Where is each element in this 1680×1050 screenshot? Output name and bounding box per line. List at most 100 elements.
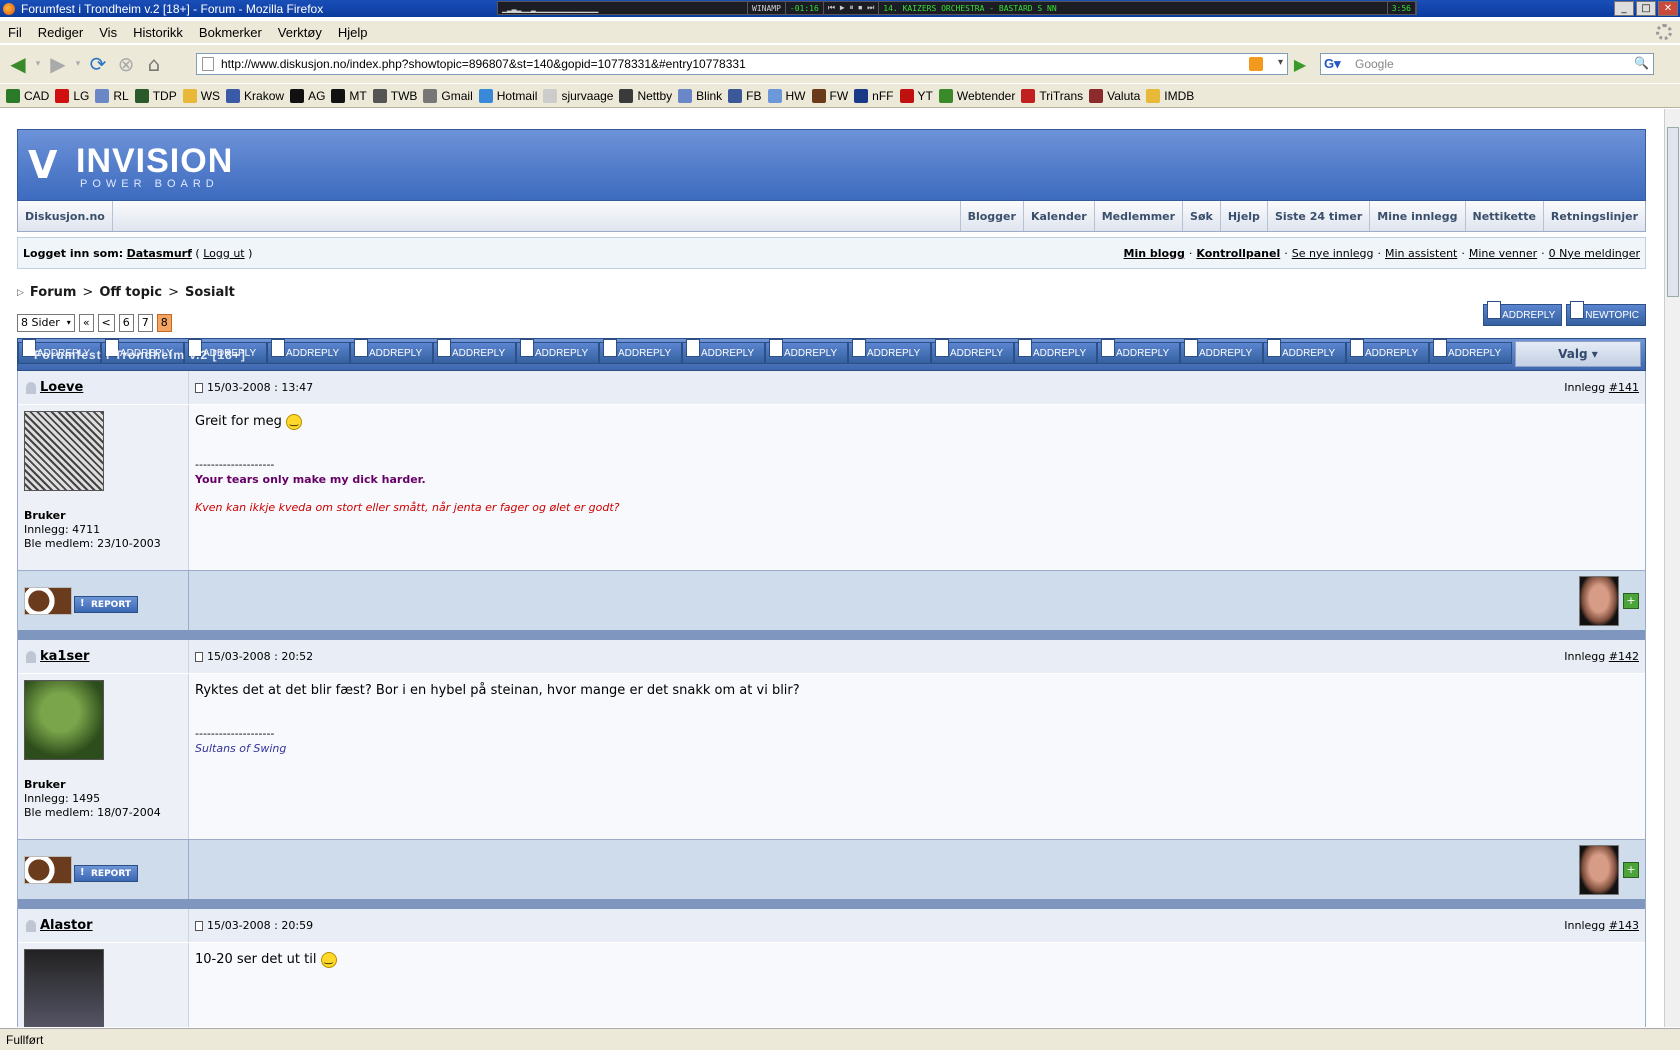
user-link[interactable]: Se nye innlegg xyxy=(1292,247,1374,260)
page-first[interactable]: « xyxy=(78,314,94,332)
bookmark-item[interactable]: TWB xyxy=(372,88,417,103)
bookmark-item[interactable]: TDP xyxy=(134,88,177,103)
back-button[interactable]: ◀ xyxy=(4,50,32,78)
add-reply-button[interactable]: ADDREPLY xyxy=(1097,339,1180,364)
nav-link[interactable]: Retningslinjer xyxy=(1542,201,1645,231)
breadcrumb-forum[interactable]: Forum xyxy=(30,285,77,300)
add-reply-button[interactable]: ADDREPLY xyxy=(599,339,682,364)
menu-edit[interactable]: Rediger xyxy=(30,25,92,40)
page-prev[interactable]: < xyxy=(97,314,115,332)
logout-link[interactable]: Logg ut xyxy=(203,247,244,260)
bookmark-item[interactable]: sjurvaage xyxy=(543,88,613,103)
pages-dropdown[interactable]: 8 Sider ▾ xyxy=(17,314,75,332)
add-reply-button[interactable]: ADDREPLY xyxy=(848,339,931,364)
bookmark-item[interactable]: Krakow xyxy=(226,88,284,103)
author-link[interactable]: Alastor xyxy=(40,918,93,933)
bookmark-item[interactable]: YT xyxy=(899,88,933,103)
user-link[interactable]: Min assistent xyxy=(1385,247,1457,260)
bookmark-item[interactable]: Gmail xyxy=(423,88,473,103)
nav-link[interactable]: Siste 24 timer xyxy=(1266,201,1369,231)
bookmark-item[interactable]: FB xyxy=(728,88,762,103)
nav-link[interactable]: Mine innlegg xyxy=(1369,201,1464,231)
post-number-link[interactable]: #143 xyxy=(1609,919,1639,932)
home-button[interactable]: ⌂ xyxy=(140,50,168,78)
nav-link[interactable]: Kalender xyxy=(1022,201,1094,231)
add-friend-icon[interactable]: + xyxy=(1623,861,1639,878)
forward-button[interactable]: ▶ xyxy=(44,50,72,78)
menu-tools[interactable]: Verktøy xyxy=(270,25,330,40)
add-reply-button[interactable]: ADDREPLY xyxy=(682,339,765,364)
post-number-link[interactable]: #142 xyxy=(1609,650,1639,663)
reload-button[interactable]: ⟳ xyxy=(84,50,112,78)
page-7[interactable]: 7 xyxy=(137,314,153,332)
menu-help[interactable]: Hjelp xyxy=(330,25,376,40)
stop-button[interactable]: ⊗ xyxy=(112,50,140,78)
add-reply-button[interactable]: ADDREPLY xyxy=(765,339,848,364)
nav-link[interactable]: Blogger xyxy=(959,201,1023,231)
add-reply-button[interactable]: ADDREPLY xyxy=(516,339,599,364)
winamp-taskbar-widget[interactable]: ▁▂▃▂▁▁▂▁▁▁▁▁▁▁▁▁▁▁▁▁ WINAMP -01:16 ⏮ ▶ ⏸… xyxy=(497,1,1417,15)
add-reply-button[interactable]: ADDREPLY xyxy=(1180,339,1263,364)
bookmark-item[interactable]: Nettby xyxy=(619,88,672,103)
user-link[interactable]: Kontrollpanel xyxy=(1196,247,1280,260)
add-reply-button[interactable]: ADDREPLY xyxy=(1346,339,1429,364)
user-link[interactable]: 0 Nye meldinger xyxy=(1549,247,1640,260)
add-reply-button[interactable]: ADDREPLY xyxy=(1429,339,1512,364)
new-topic-button[interactable]: NEWTOPIC xyxy=(1566,301,1646,326)
bookmark-item[interactable]: AG xyxy=(290,88,325,103)
add-reply-button[interactable]: ADDREPLY xyxy=(1483,301,1563,326)
bookmark-item[interactable]: TriTrans xyxy=(1021,88,1083,103)
url-bar[interactable]: http://www.diskusjon.no/index.php?showto… xyxy=(196,53,1288,75)
breadcrumb-off-topic[interactable]: Off topic xyxy=(99,285,162,300)
forward-dropdown-icon[interactable]: ▾ xyxy=(72,50,84,78)
bookmark-item[interactable]: CAD xyxy=(6,88,49,103)
report-button[interactable]: REPORT xyxy=(74,596,138,613)
user-link[interactable]: Mine venner xyxy=(1469,247,1537,260)
bookmark-item[interactable]: Valuta xyxy=(1089,88,1140,103)
bookmark-item[interactable]: HW xyxy=(767,88,806,103)
search-icon[interactable]: 🔍 xyxy=(1634,56,1649,70)
page-6[interactable]: 6 xyxy=(118,314,134,332)
menu-view[interactable]: Vis xyxy=(91,25,125,40)
rss-icon[interactable] xyxy=(1249,57,1263,71)
menu-file[interactable]: Fil xyxy=(0,25,30,40)
google-icon[interactable]: G▾ xyxy=(1324,56,1341,72)
bookmark-item[interactable]: nFF xyxy=(854,88,894,103)
add-reply-button[interactable]: ADDREPLY xyxy=(931,339,1014,364)
bookmark-item[interactable]: IMDB xyxy=(1146,88,1194,103)
bookmark-item[interactable]: Hotmail xyxy=(478,88,537,103)
minimize-button[interactable]: _ xyxy=(1614,1,1634,16)
add-friend-icon[interactable]: + xyxy=(1623,592,1639,609)
bookmark-item[interactable]: FW xyxy=(811,88,848,103)
bookmark-item[interactable]: WS xyxy=(182,88,220,103)
go-button[interactable]: ▶ xyxy=(1290,55,1310,75)
add-reply-button[interactable]: ADDREPLY xyxy=(350,339,433,364)
maximize-button[interactable]: □ xyxy=(1636,1,1656,16)
username-link[interactable]: Datasmurf xyxy=(127,247,192,260)
report-button[interactable]: REPORT xyxy=(74,865,138,882)
close-button[interactable]: ✕ xyxy=(1658,1,1678,16)
bookmark-item[interactable]: LG xyxy=(55,88,89,103)
post-number-link[interactable]: #141 xyxy=(1609,381,1639,394)
scrollbar-thumb[interactable] xyxy=(1667,127,1679,297)
user-link[interactable]: Min blogg xyxy=(1124,247,1185,260)
home-link[interactable]: Diskusjon.no xyxy=(18,201,113,231)
options-dropdown[interactable]: Valg ▾ xyxy=(1515,341,1641,367)
vertical-scrollbar[interactable] xyxy=(1664,109,1680,1027)
bookmark-item[interactable]: Webtender xyxy=(938,88,1015,103)
bookmark-item[interactable]: MT xyxy=(331,88,367,103)
author-link[interactable]: Loeve xyxy=(40,380,83,395)
add-reply-button[interactable]: ADDREPLY xyxy=(267,339,350,364)
nav-link[interactable]: Hjelp xyxy=(1219,201,1267,231)
add-reply-button[interactable]: ADDREPLY xyxy=(1014,339,1097,364)
add-reply-button[interactable]: ADDREPLY xyxy=(433,339,516,364)
add-reply-button[interactable]: ADDREPLY xyxy=(1263,339,1346,364)
back-dropdown-icon[interactable]: ▾ xyxy=(32,50,44,78)
nav-link[interactable]: Nettikette xyxy=(1464,201,1543,231)
nav-link[interactable]: Medlemmer xyxy=(1093,201,1182,231)
menu-history[interactable]: Historikk xyxy=(125,25,191,40)
author-link[interactable]: ka1ser xyxy=(40,649,89,664)
breadcrumb-sosialt[interactable]: Sosialt xyxy=(185,285,235,300)
url-dropdown-icon[interactable]: ▾ xyxy=(1278,57,1283,68)
menu-bookmarks[interactable]: Bokmerker xyxy=(191,25,270,40)
